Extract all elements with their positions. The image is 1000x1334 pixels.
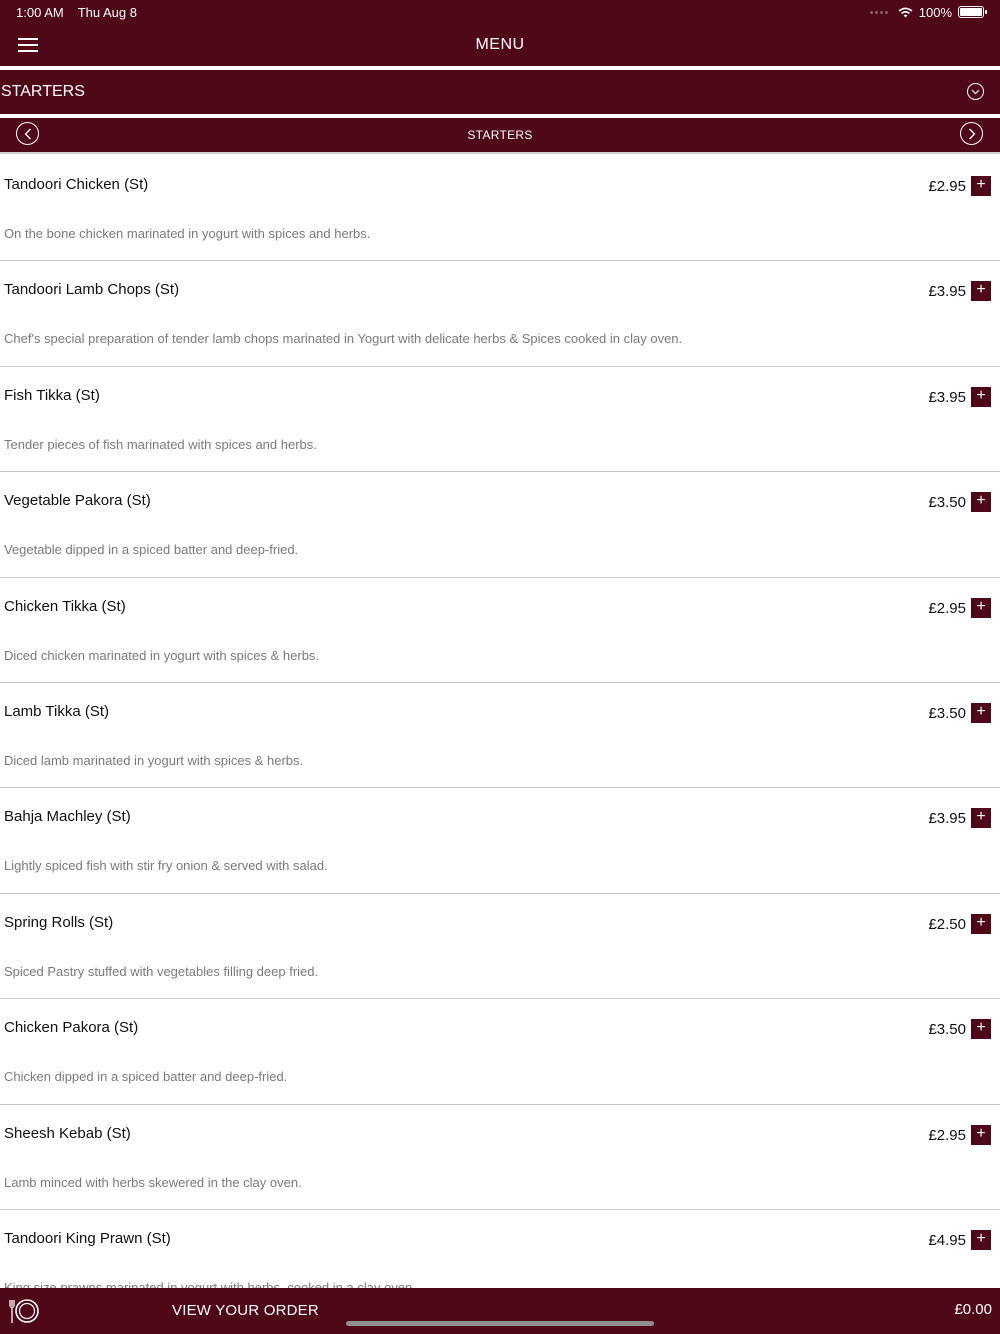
chevron-left-circle-icon[interactable] — [16, 122, 39, 145]
order-total: £0.00 — [954, 1301, 992, 1318]
signal-icon — [869, 10, 888, 14]
menu-item[interactable]: Spring Rolls (St) £2.50 + Spiced Pastry … — [0, 894, 1000, 1000]
item-name: Fish Tikka (St) — [4, 386, 100, 404]
add-item-button[interactable]: + — [971, 281, 991, 302]
add-item-button[interactable]: + — [971, 808, 991, 829]
item-price: £3.50 — [928, 1021, 966, 1039]
add-item-button[interactable]: + — [971, 597, 991, 618]
status-date: Thu Aug 8 — [77, 4, 137, 20]
item-name: Chicken Tikka (St) — [4, 597, 126, 615]
add-item-button[interactable]: + — [971, 176, 991, 196]
item-price: £3.95 — [928, 283, 966, 301]
category-selector[interactable]: STARTERS — [0, 70, 1000, 114]
item-description: Tender pieces of fish marinated with spi… — [4, 436, 317, 452]
menu-item[interactable]: Sheesh Kebab (St) £2.95 + Lamb minced wi… — [0, 1105, 1000, 1210]
item-name: Chicken Pakora (St) — [4, 1019, 139, 1037]
menu-item[interactable]: Chicken Tikka (St) £2.95 + Diced chicken… — [0, 578, 1000, 683]
view-order-button[interactable]: VIEW YOUR ORDER — [172, 1302, 319, 1319]
add-item-button[interactable]: + — [971, 913, 991, 934]
item-description: King size prawns marinated in yogurt wit… — [4, 1279, 416, 1288]
item-description: Lamb minced with herbs skewered in the c… — [4, 1174, 302, 1190]
item-name: Lamb Tikka (St) — [4, 702, 110, 720]
item-price: £2.95 — [928, 1126, 966, 1144]
item-description: Chicken dipped in a spiced batter and de… — [4, 1069, 288, 1085]
item-description: Spiced Pastry stuffed with vegetables fi… — [4, 963, 319, 979]
order-bar[interactable]: VIEW YOUR ORDER £0.00 — [0, 1288, 1000, 1334]
add-item-button[interactable]: + — [971, 492, 991, 513]
hamburger-icon[interactable] — [18, 38, 38, 52]
wifi-icon — [898, 7, 913, 17]
page-title: MENU — [475, 36, 525, 53]
item-price: £3.95 — [928, 810, 966, 828]
item-name: Tandoori Chicken (St) — [4, 176, 149, 193]
add-item-button[interactable]: + — [971, 1019, 991, 1040]
add-item-button[interactable]: + — [971, 386, 991, 407]
menu-item[interactable]: Tandoori Chicken (St) £2.95 + On the bon… — [0, 156, 1000, 262]
plate-cutlery-icon — [9, 1299, 39, 1323]
add-item-button[interactable]: + — [971, 702, 991, 723]
menu-item[interactable]: Tandoori Lamb Chops (St) £3.95 + Chef's … — [0, 261, 1000, 367]
menu-item[interactable]: Tandoori King Prawn (St) £4.95 + King si… — [0, 1210, 1000, 1288]
item-description: Vegetable dipped in a spiced batter and … — [4, 542, 299, 558]
chevron-right-circle-icon[interactable] — [960, 122, 983, 145]
item-price: £2.95 — [928, 178, 966, 195]
home-indicator — [346, 1321, 654, 1326]
item-price: £2.50 — [928, 915, 966, 933]
item-price: £3.50 — [928, 494, 966, 512]
menu-item[interactable]: Lamb Tikka (St) £3.50 + Diced lamb marin… — [0, 683, 1000, 789]
menu-item[interactable]: Chicken Pakora (St) £3.50 + Chicken dipp… — [0, 999, 1000, 1105]
status-time: 1:00 AM — [16, 4, 64, 20]
item-name: Bahja Machley (St) — [4, 808, 131, 826]
status-bar: 1:00 AM Thu Aug 8 100% — [0, 0, 1000, 24]
item-name: Tandoori Lamb Chops (St) — [4, 281, 180, 299]
add-item-button[interactable]: + — [971, 1229, 991, 1250]
battery-percent: 100% — [918, 4, 952, 20]
item-description: Chef's special preparation of tender lam… — [4, 331, 683, 347]
status-right: 100% — [869, 4, 987, 20]
menu-item[interactable]: Bahja Machley (St) £3.95 + Lightly spice… — [0, 788, 1000, 894]
item-name: Tandoori King Prawn (St) — [4, 1229, 171, 1247]
item-price: £2.95 — [928, 599, 966, 617]
item-price: £4.95 — [928, 1231, 966, 1249]
item-name: Spring Rolls (St) — [4, 913, 114, 931]
nav-bar: MENU — [0, 24, 1000, 66]
item-description: Diced chicken marinated in yogurt with s… — [4, 647, 320, 663]
menu-item[interactable]: Vegetable Pakora (St) £3.50 + Vegetable … — [0, 472, 1000, 578]
chevron-down-circle-icon[interactable] — [967, 83, 984, 100]
subcategory-title: STARTERS — [467, 128, 533, 142]
item-description: Lightly spiced fish with stir fry onion … — [4, 858, 328, 874]
menu-item[interactable]: Fish Tikka (St) £3.95 + Tender pieces of… — [0, 367, 1000, 473]
item-name: Sheesh Kebab (St) — [4, 1124, 131, 1142]
category-label: STARTERS — [1, 83, 85, 100]
battery-icon — [958, 6, 987, 18]
add-item-button[interactable]: + — [971, 1124, 991, 1145]
item-description: On the bone chicken marinated in yogurt … — [4, 226, 371, 241]
item-price: £3.50 — [928, 704, 966, 722]
item-price: £3.95 — [928, 388, 966, 406]
item-description: Diced lamb marinated in yogurt with spic… — [4, 752, 304, 768]
item-name: Vegetable Pakora (St) — [4, 492, 151, 510]
subcategory-pager: STARTERS — [0, 118, 1000, 154]
menu-list: Tandoori Chicken (St) £2.95 + On the bon… — [0, 156, 1000, 1288]
